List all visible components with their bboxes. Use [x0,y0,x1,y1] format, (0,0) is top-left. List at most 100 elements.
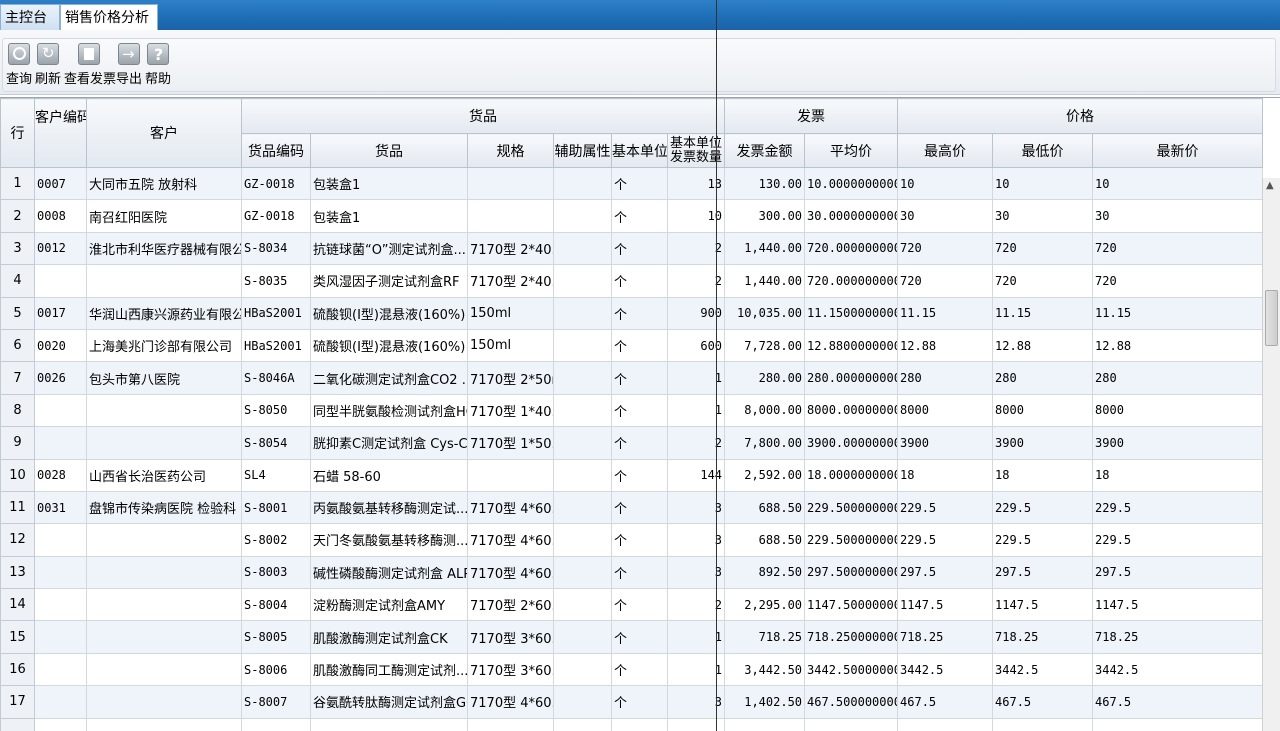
avg-price-cell[interactable]: 11.1500000000 [804,296,899,330]
col-header-max-price[interactable]: 最高价 [897,133,994,168]
row-number[interactable]: 12 [0,523,35,557]
min-price-cell[interactable]: 280 [992,361,1094,395]
avg-price-cell[interactable]: 229.5000000000 [804,490,899,525]
customer-code-cell[interactable] [34,264,87,298]
row-number[interactable]: 16 [0,652,35,687]
amount-cell[interactable] [724,717,806,731]
max-price-cell[interactable]: 3442.5 [897,652,994,687]
query-button[interactable]: 查询 [6,43,32,91]
customer-code-cell[interactable] [34,523,87,557]
col-header-row[interactable]: 行 [0,98,35,168]
min-price-cell[interactable]: 297.5 [992,555,1094,590]
spec-cell[interactable] [467,717,554,731]
max-price-cell[interactable]: 10 [897,166,994,201]
max-price-cell[interactable]: 30 [897,199,994,233]
table-row[interactable]: 14S-8004淀粉酶测定试剂盒AMY7170型 2*60...个22,295.… [0,588,1264,622]
customer-code-cell[interactable]: 0031 [34,490,87,525]
amount-cell[interactable]: 130.00 [724,166,806,201]
scrollbar-thumb[interactable] [1265,290,1278,346]
aux-attr-cell[interactable] [553,361,612,395]
col-header-goods-code[interactable]: 货品编码 [241,133,311,168]
avg-price-cell[interactable] [804,717,899,731]
aux-attr-cell[interactable] [553,264,612,298]
goods-cell[interactable]: 肌酸激酶同工酶测定试剂... [310,652,468,687]
col-header-amount[interactable]: 发票金额 [724,133,806,168]
customer-code-cell[interactable] [34,717,87,731]
col-header-aux-attr[interactable]: 辅助属性 [553,133,612,168]
spec-cell[interactable]: 7170型 2*50ml [467,361,554,395]
latest-price-cell[interactable]: 467.5 [1092,685,1264,719]
customer-code-cell[interactable] [34,652,87,687]
max-price-cell[interactable]: 280 [897,361,994,395]
table-row[interactable]: 17S-8007谷氨酰转肽酶测定试剂盒GGT7170型 4*60...个31,4… [0,685,1264,719]
tab-console[interactable]: 主控台 [0,4,60,30]
customer-code-cell[interactable] [34,685,87,719]
goods-cell[interactable]: 包装盒1 [310,166,468,201]
row-number[interactable]: 5 [0,296,35,330]
goods-cell[interactable]: 丙氨酸氨基转移酶测定试... [310,490,468,525]
amount-cell[interactable]: 10,035.00 [724,296,806,330]
spec-cell[interactable]: 7170型 1*40... [467,393,554,428]
aux-attr-cell[interactable] [553,490,612,525]
latest-price-cell[interactable]: 11.15 [1092,296,1264,330]
customer-code-cell[interactable] [34,620,87,654]
goods-code-cell[interactable]: S-8001 [241,490,311,525]
avg-price-cell[interactable]: 467.5000000000 [804,685,899,719]
view-invoice-button[interactable]: 查看发票 [64,43,116,91]
max-price-cell[interactable] [897,717,994,731]
latest-price-cell[interactable]: 720 [1092,264,1264,298]
aux-attr-cell[interactable] [553,426,612,460]
customer-cell[interactable] [86,685,242,719]
min-price-cell[interactable]: 467.5 [992,685,1094,719]
customer-code-cell[interactable]: 0008 [34,199,87,233]
aux-attr-cell[interactable] [553,620,612,654]
max-price-cell[interactable]: 720 [897,231,994,266]
tab-sales-price-analysis[interactable]: 销售价格分析✕ [60,4,158,51]
row-number[interactable]: 17 [0,685,35,719]
customer-code-cell[interactable] [34,555,87,590]
col-header-spec[interactable]: 规格 [467,133,554,168]
row-number[interactable]: 9 [0,426,35,460]
amount-cell[interactable]: 2,592.00 [724,458,806,492]
vertical-scrollbar[interactable]: ▲ [1262,178,1280,731]
goods-cell[interactable]: 谷氨酰转肽酶测定试剂盒GGT [310,685,468,719]
customer-cell[interactable] [86,555,242,590]
goods-cell[interactable]: 同型半胱氨酸检测试剂盒HCY [310,393,468,428]
base-unit-cell[interactable]: 个 [611,490,668,525]
amount-cell[interactable]: 3,442.50 [724,652,806,687]
aux-attr-cell[interactable] [553,199,612,233]
amount-cell[interactable]: 1,440.00 [724,264,806,298]
export-button[interactable]: 导出 [116,43,142,91]
min-price-cell[interactable]: 11.15 [992,296,1094,330]
base-unit-cell[interactable]: 个 [611,296,668,330]
goods-code-cell[interactable]: S-8035 [241,264,311,298]
goods-code-cell[interactable] [241,717,311,731]
goods-cell[interactable]: 类风湿因子测定试剂盒RF [310,264,468,298]
base-unit-cell[interactable]: 个 [611,231,668,266]
avg-price-cell[interactable]: 229.5000000000 [804,523,899,557]
spec-cell[interactable]: 7170型 4*60... [467,685,554,719]
latest-price-cell[interactable]: 280 [1092,361,1264,395]
min-price-cell[interactable]: 718.25 [992,620,1094,654]
goods-code-cell[interactable]: S-8034 [241,231,311,266]
customer-cell[interactable]: 包头市第八医院 [86,361,242,395]
goods-code-cell[interactable]: HBaS2001 [241,328,311,363]
customer-cell[interactable] [86,426,242,460]
amount-cell[interactable]: 892.50 [724,555,806,590]
avg-price-cell[interactable]: 30.0000000000 [804,199,899,233]
customer-code-cell[interactable]: 0007 [34,166,87,201]
table-row[interactable]: 6 0020 上海美兆门诊部有限公司 HBaS2001 硫酸钡(I型)混悬液(160%)… [0,328,1264,363]
row-number[interactable] [0,717,35,731]
latest-price-cell[interactable]: 229.5 [1092,523,1264,557]
spec-cell[interactable] [467,199,554,233]
base-unit-cell[interactable]: 个 [611,264,668,298]
latest-price-cell[interactable]: 30 [1092,199,1264,233]
customer-cell[interactable] [86,620,242,654]
spec-cell[interactable]: 7170型 2*60... [467,588,554,622]
table-row[interactable] [0,717,1264,731]
aux-attr-cell[interactable] [553,588,612,622]
min-price-cell[interactable]: 8000 [992,393,1094,428]
goods-cell[interactable]: 碱性磷酸酶测定试剂盒 ALP [310,555,468,590]
spec-cell[interactable]: 7170型 1*50... [467,426,554,460]
min-price-cell[interactable]: 3900 [992,426,1094,460]
